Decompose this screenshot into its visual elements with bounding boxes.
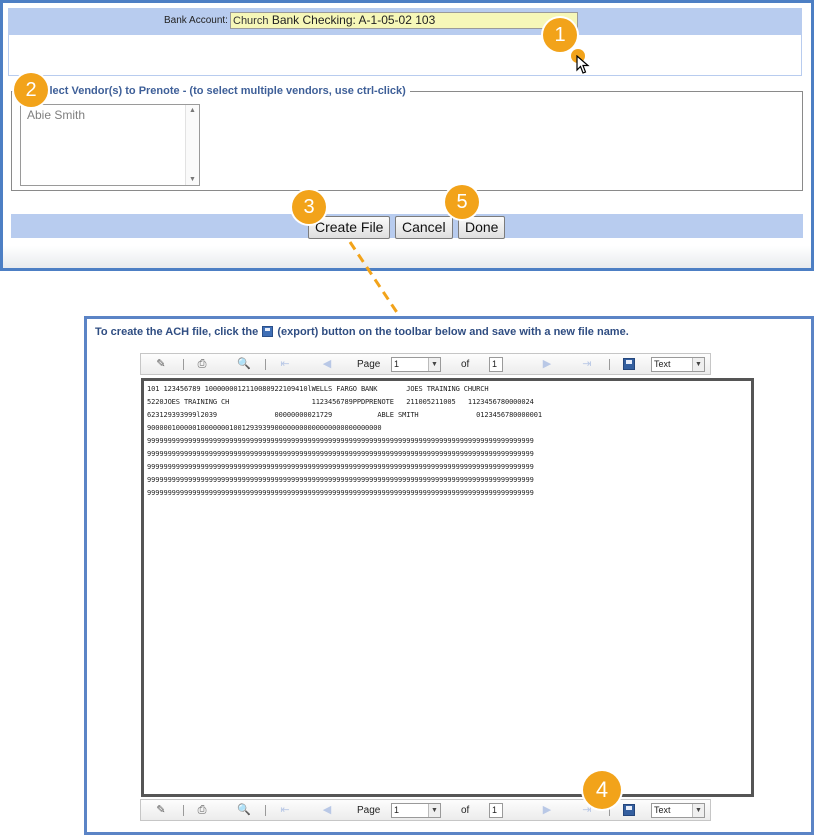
export-format-value: Text [654, 805, 671, 815]
cursor-icon [576, 55, 590, 74]
scroll-up-icon[interactable]: ▲ [189, 107, 196, 114]
report-toolbar-top: ✎ ⎙ 🔍 ⇤ ◀ Page 1 ▼ of 1 ▶ ⇥ Text ▼ [140, 353, 711, 375]
first-page-icon[interactable]: ⇤ [279, 358, 291, 370]
toolbar-separator [265, 805, 266, 816]
last-page-icon[interactable]: ⇥ [581, 358, 593, 370]
instruction-text-after: (export) button on the toolbar below and… [277, 326, 629, 338]
window-bottom-shade [3, 246, 811, 268]
ach-line: 5220JOES TRAINING CH 1123456789PPDPRENOT… [147, 398, 534, 406]
prev-page-icon[interactable]: ◀ [321, 804, 333, 816]
total-pages-value: 1 [492, 359, 498, 369]
page-number-select[interactable]: 1 ▼ [391, 357, 441, 372]
chevron-down-icon[interactable]: ▼ [692, 804, 704, 817]
export-instruction: To create the ACH file, click the (expor… [95, 326, 629, 338]
callout-2: 2 [14, 73, 48, 107]
total-pages-field: 1 [489, 357, 503, 372]
prev-page-icon[interactable]: ◀ [321, 358, 333, 370]
ach-line: 9999999999999999999999999999999999999999… [147, 489, 534, 497]
export-format-select[interactable]: Text ▼ [651, 803, 705, 818]
callout-4: 4 [583, 771, 621, 809]
bank-account-label: Bank Account: [164, 15, 228, 26]
next-page-icon[interactable]: ▶ [541, 804, 553, 816]
ach-line: 9999999999999999999999999999999999999999… [147, 437, 534, 445]
vendor-list-item[interactable]: Abie Smith [27, 108, 85, 122]
bank-account-value: Bank Checking: A-1-05-02 103 [271, 13, 436, 27]
of-label: of [461, 805, 470, 816]
save-export-icon [262, 326, 274, 337]
save-export-icon[interactable] [623, 804, 635, 816]
zoom-icon[interactable]: 🔍 [237, 804, 251, 816]
ach-line: 9999999999999999999999999999999999999999… [147, 476, 534, 484]
toolbar-separator [609, 359, 610, 370]
callout-1: 1 [543, 18, 577, 52]
ach-line: 9999999999999999999999999999999999999999… [147, 450, 534, 458]
chevron-down-icon[interactable]: ▼ [428, 804, 440, 817]
of-label: of [461, 359, 470, 370]
save-export-icon[interactable] [623, 358, 635, 370]
page-label: Page [357, 359, 381, 370]
vendor-listbox[interactable]: Abie Smith ▲ ▼ [20, 104, 200, 186]
bank-account-prefix: Church [233, 15, 269, 27]
instruction-text-before: To create the ACH file, click the [95, 326, 259, 338]
done-button[interactable]: Done [458, 216, 506, 239]
bank-account-select[interactable]: Church Bank Checking: A-1-05-02 103 [230, 12, 578, 29]
bank-account-row [8, 34, 802, 76]
toolbar-separator [183, 805, 184, 816]
toolbar-separator [265, 359, 266, 370]
total-pages-field: 1 [489, 803, 503, 818]
scroll-down-icon[interactable]: ▼ [189, 176, 196, 183]
print-icon[interactable]: ⎙ [196, 358, 208, 370]
chevron-down-icon[interactable]: ▼ [428, 358, 440, 371]
pencil-icon[interactable]: ✎ [155, 358, 167, 370]
first-page-icon[interactable]: ⇤ [279, 804, 291, 816]
toolbar-separator [183, 359, 184, 370]
cancel-button[interactable]: Cancel [395, 216, 453, 239]
print-icon[interactable]: ⎙ [196, 804, 208, 816]
ach-line: 101 123456789 1000000012110080922109410l… [147, 385, 489, 393]
ach-file-preview: 101 123456789 1000000012110080922109410l… [141, 378, 754, 797]
zoom-icon[interactable]: 🔍 [237, 358, 251, 370]
vendor-list-scrollbar[interactable]: ▲ ▼ [185, 105, 199, 185]
pencil-icon[interactable]: ✎ [155, 804, 167, 816]
ach-line: 623129393999l2039 00000000021729 ABLE SM… [147, 411, 542, 419]
page-number-value: 1 [394, 359, 400, 369]
total-pages-value: 1 [492, 805, 498, 815]
page-label: Page [357, 805, 381, 816]
report-toolbar-bottom: ✎ ⎙ 🔍 ⇤ ◀ Page 1 ▼ of 1 ▶ ⇥ Text ▼ [140, 799, 711, 821]
ach-line: 9999999999999999999999999999999999999999… [147, 463, 534, 471]
callout-3: 3 [292, 190, 326, 224]
export-format-select[interactable]: Text ▼ [651, 357, 705, 372]
export-format-value: Text [654, 359, 671, 369]
next-page-icon[interactable]: ▶ [541, 358, 553, 370]
vendor-legend: Select Vendor(s) to Prenote - (to select… [32, 85, 410, 97]
page-number-select[interactable]: 1 ▼ [391, 803, 441, 818]
chevron-down-icon[interactable]: ▼ [692, 358, 704, 371]
ach-line: 9000001000001000000010012939399000000000… [147, 424, 382, 432]
callout-5: 5 [445, 185, 479, 219]
page-number-value: 1 [394, 805, 400, 815]
